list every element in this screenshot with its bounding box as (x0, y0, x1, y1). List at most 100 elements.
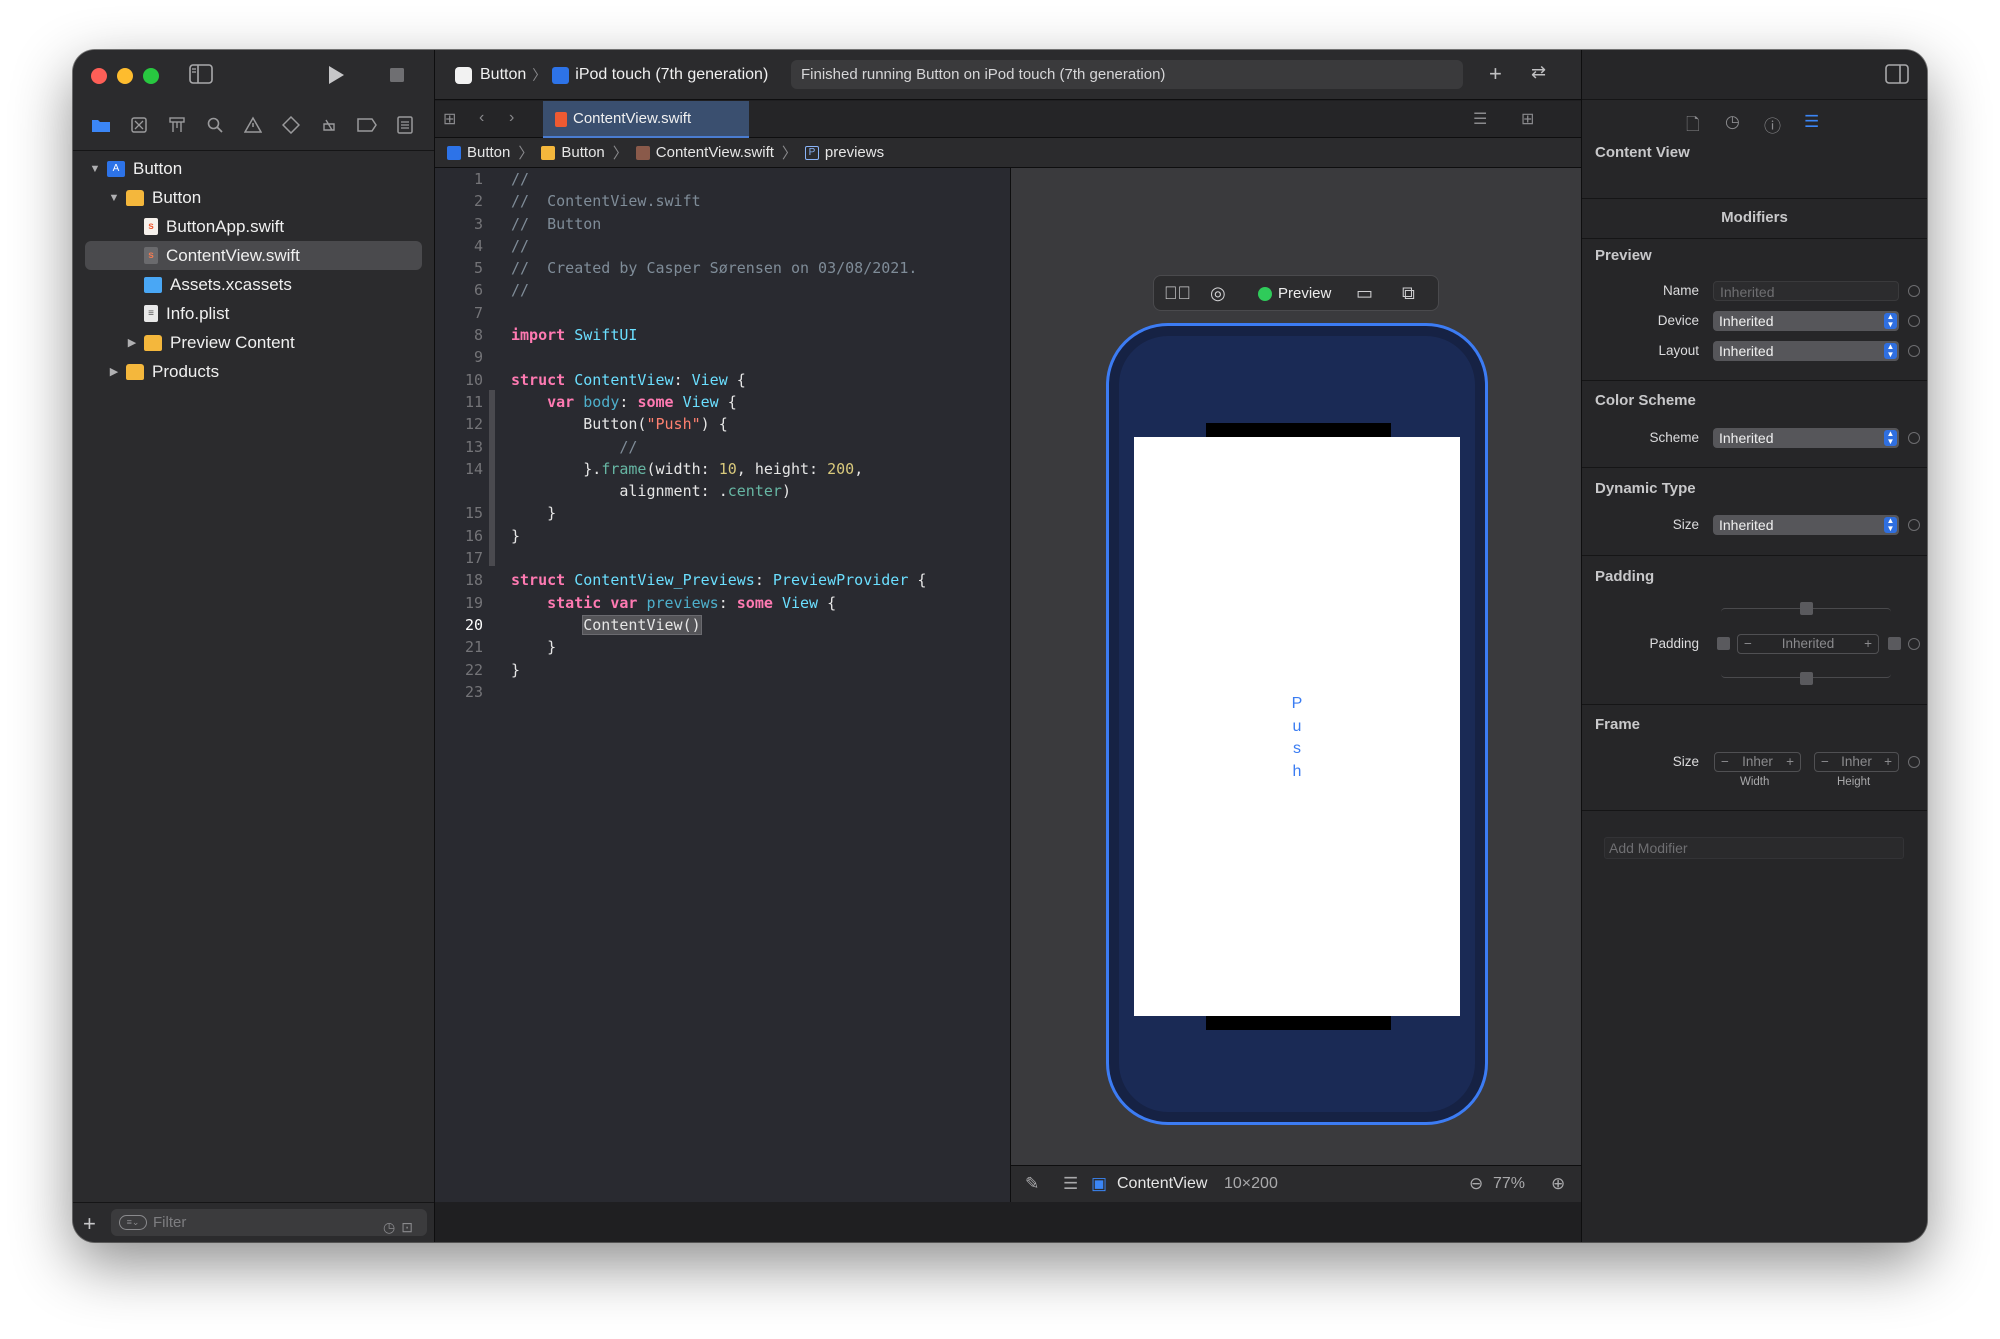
code-review-icon[interactable]: ⇄ (1531, 62, 1546, 83)
breadcrumb-group[interactable]: Button (561, 144, 604, 161)
code-line[interactable]: struct ContentView_Previews: PreviewProv… (511, 569, 926, 591)
chevron-right-icon[interactable]: ▶ (106, 365, 122, 378)
warning-icon[interactable] (239, 111, 267, 139)
code-lines[interactable]: //// ContentView.swift// Button//// Crea… (511, 168, 926, 703)
code-line[interactable]: // (511, 235, 926, 257)
destination-name[interactable]: iPod touch (7th generation) (575, 66, 768, 84)
add-library-icon[interactable]: + (1489, 61, 1502, 87)
source-control-icon[interactable] (125, 111, 153, 139)
code-line[interactable]: // Button (511, 213, 926, 235)
code-line[interactable] (511, 547, 926, 569)
pin-icon[interactable]: ✎ (1025, 1174, 1039, 1194)
code-line[interactable]: // (511, 168, 926, 190)
add-icon[interactable]: + (83, 1211, 96, 1237)
zoom-level[interactable]: 77% (1493, 1175, 1525, 1193)
code-line[interactable]: } (511, 525, 926, 547)
code-line[interactable] (511, 302, 926, 324)
tree-item-preview-content[interactable]: ▶ Preview Content (73, 328, 434, 357)
duplicate-preview-icon[interactable]: ⧉ (1402, 283, 1415, 304)
code-line[interactable]: alignment: .center) (511, 480, 926, 502)
chevron-right-icon[interactable]: ▶ (124, 336, 140, 349)
push-button[interactable]: P u s h (1134, 693, 1460, 783)
layout-popup[interactable]: Inherited ▲ ▼ (1713, 341, 1899, 361)
increment-icon[interactable]: + (1864, 635, 1872, 653)
filter-icon[interactable]: ≡⌄ (119, 1215, 147, 1230)
device-popup[interactable]: Inherited ▲ ▼ (1713, 311, 1899, 331)
forward-icon[interactable]: › (509, 109, 514, 127)
editor-options-icon[interactable]: ☰ (1473, 109, 1487, 129)
reset-radio[interactable] (1908, 432, 1920, 444)
inspector-toggle-icon[interactable] (1885, 64, 1909, 87)
code-line[interactable]: // (511, 279, 926, 301)
padding-stepper[interactable]: − Inherited + (1737, 634, 1879, 654)
add-modifier-field[interactable]: Add Modifier (1604, 837, 1904, 859)
split-editor-icon[interactable]: ⊞ (1521, 109, 1534, 129)
preview-on-device-icon[interactable]: ▭ (1356, 283, 1373, 304)
breadcrumb-symbol[interactable]: previews (825, 144, 884, 161)
folder-icon[interactable] (87, 111, 115, 139)
reset-radio[interactable] (1908, 285, 1920, 297)
breadcrumb-project[interactable]: Button (467, 144, 510, 161)
zoom-window-button[interactable] (143, 68, 159, 84)
minimize-window-button[interactable] (117, 68, 133, 84)
code-line[interactable]: var body: some View { (511, 391, 926, 413)
code-line[interactable]: import SwiftUI (511, 324, 926, 346)
code-line[interactable] (511, 346, 926, 368)
decrement-icon[interactable]: − (1744, 635, 1752, 653)
scheme-popup[interactable]: Inherited ▲ ▼ (1713, 428, 1899, 448)
code-line[interactable]: struct ContentView: View { (511, 369, 926, 391)
padding-leading-checkbox[interactable] (1717, 637, 1730, 650)
chevron-down-icon[interactable]: ▼ (87, 163, 103, 175)
grid-icon[interactable]: ⊞ (443, 109, 456, 129)
help-icon[interactable]: ⓘ (1764, 112, 1781, 137)
tree-item-contentview[interactable]: s ContentView.swift (85, 241, 422, 270)
file-inspector-icon[interactable]: 🗋 (1686, 112, 1700, 141)
tree-item-assets[interactable]: Assets.xcassets (73, 270, 434, 299)
adjust-icon[interactable]: ☰ (1063, 1174, 1078, 1194)
stop-icon[interactable] (389, 67, 405, 87)
reset-radio[interactable] (1908, 756, 1920, 768)
decrement-icon[interactable]: − (1821, 753, 1829, 771)
code-line[interactable]: // ContentView.swift (511, 190, 926, 212)
sidebar-toggle-icon[interactable] (189, 64, 213, 88)
tree-item-buttonapp[interactable]: s ButtonApp.swift (73, 212, 434, 241)
symbol-icon[interactable] (163, 111, 191, 139)
debug-icon[interactable] (315, 111, 343, 139)
source-editor[interactable]: 1 2 3 4 5 6 7 8 9 10 11 12 13 14 15 16 1… (435, 168, 1010, 1202)
code-line[interactable]: Button("Push") { (511, 413, 926, 435)
tree-item-project[interactable]: ▼ A Button (73, 154, 434, 183)
code-line[interactable]: } (511, 659, 926, 681)
breakpoint-icon[interactable] (353, 111, 381, 139)
padding-trailing-checkbox[interactable] (1888, 637, 1901, 650)
increment-icon[interactable]: + (1786, 753, 1794, 771)
close-window-button[interactable] (91, 68, 107, 84)
reset-radio[interactable] (1908, 345, 1920, 357)
tree-item-infoplist[interactable]: ≡ Info.plist (73, 299, 434, 328)
frame-width-stepper[interactable]: − Inher + (1714, 752, 1801, 772)
attributes-icon[interactable]: ☰ (1804, 112, 1819, 132)
zoom-in-icon[interactable]: ⊕ (1551, 1174, 1565, 1194)
selected-view-name[interactable]: ContentView (1117, 1175, 1207, 1193)
increment-icon[interactable]: + (1884, 753, 1892, 771)
preview-label[interactable]: Preview (1278, 285, 1331, 302)
code-line[interactable]: // Created by Casper Sørensen on 03/08/2… (511, 257, 926, 279)
code-line[interactable] (511, 681, 926, 703)
dynamic-type-popup[interactable]: Inherited ▲ ▼ (1713, 515, 1899, 535)
tab-contentview[interactable]: ContentView.swift (543, 101, 749, 138)
live-preview-icon[interactable]: ▷⃝ (1164, 283, 1191, 304)
back-icon[interactable]: ‹ (479, 109, 484, 127)
recent-files-icon[interactable]: ◷⊡ (383, 1214, 419, 1241)
search-icon[interactable] (201, 111, 229, 139)
tree-item-group-button[interactable]: ▼ Button (73, 183, 434, 212)
name-field[interactable]: Inherited (1713, 281, 1899, 301)
code-line[interactable]: static var previews: some View { (511, 592, 926, 614)
device-settings-icon[interactable]: ◎ (1210, 283, 1226, 304)
code-line[interactable]: ContentView() (511, 614, 926, 636)
chevron-down-icon[interactable]: ▼ (106, 192, 122, 204)
test-icon[interactable] (277, 111, 305, 139)
breadcrumb-file[interactable]: ContentView.swift (656, 144, 774, 161)
code-line[interactable]: } (511, 502, 926, 524)
tree-item-products[interactable]: ▶ Products (73, 357, 434, 386)
frame-height-stepper[interactable]: − Inher + (1814, 752, 1899, 772)
reset-radio[interactable] (1908, 519, 1920, 531)
